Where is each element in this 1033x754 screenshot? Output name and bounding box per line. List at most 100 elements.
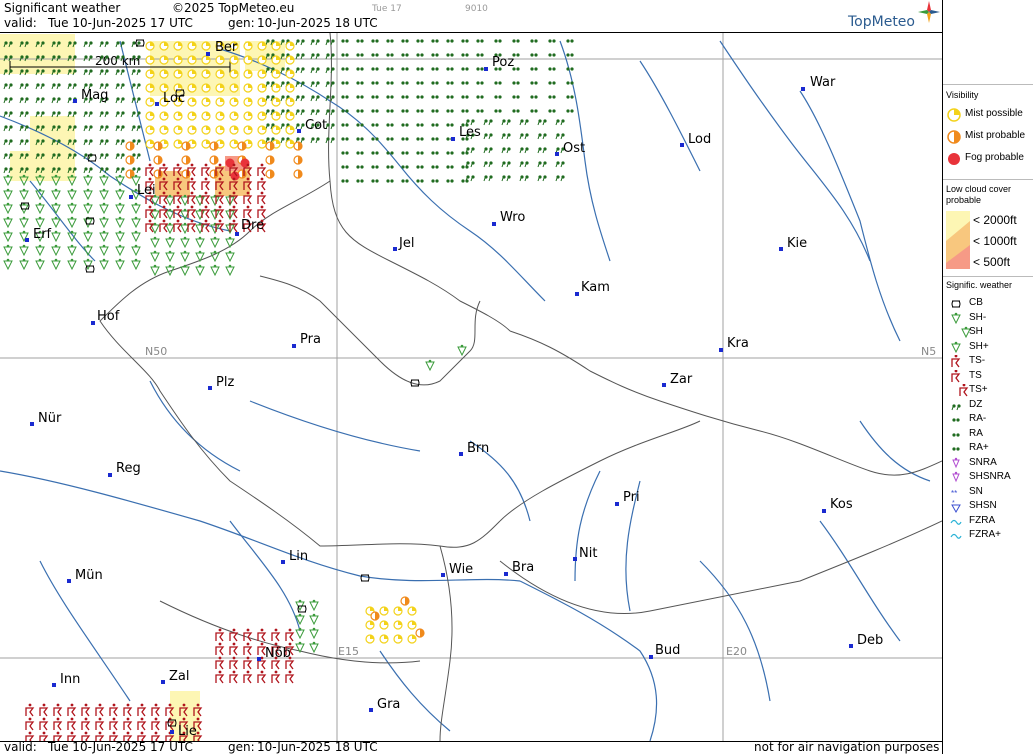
city-label: Pra <box>300 332 321 347</box>
city-poz: Poz <box>484 55 514 71</box>
footer-gen-time: 10-Jun-2025 18 UTC <box>257 740 378 754</box>
grid-label-e15: E15 <box>338 645 359 658</box>
footer-gen-label: gen: <box>228 740 255 754</box>
city-marker <box>30 422 34 426</box>
rain-light-icon <box>952 418 960 422</box>
city-zal: Zal <box>161 669 189 684</box>
grid-label-e20: E20 <box>726 645 747 658</box>
city-marker <box>680 143 684 147</box>
city-jel: Jel <box>393 236 414 251</box>
city-label: Brn <box>467 441 489 456</box>
city-war: War <box>801 75 836 91</box>
city-label: Les <box>459 125 481 140</box>
city-kie: Kie <box>779 236 807 251</box>
city-hof: Hof <box>91 309 120 325</box>
legend-sigwx-title: Signific. weather <box>946 280 1013 290</box>
city-marker <box>25 238 29 242</box>
city-label: Kos <box>830 497 853 512</box>
weather-symbols <box>3 39 574 741</box>
city-marker <box>208 386 212 390</box>
grid-labels: N50 N5 E15 E20 <box>145 345 936 658</box>
city-marker <box>161 680 165 684</box>
lowcloud-swatch <box>946 211 970 269</box>
city-inn: Inn <box>52 672 80 687</box>
cb-icon <box>951 300 961 308</box>
legend-lowcloud-title-1: Low cloud cover <box>946 184 1012 194</box>
city-marker <box>108 473 112 477</box>
compass-star-icon <box>918 1 940 23</box>
city-kam: Kam <box>575 280 610 296</box>
shower-light-icon <box>951 312 961 324</box>
city-label: Mün <box>75 568 103 583</box>
ghost-code: 9010 <box>465 4 488 14</box>
city-marker <box>451 137 455 141</box>
legend-lowcloud-title-2: probable <box>946 195 982 205</box>
rain-icon <box>952 432 960 437</box>
city-marker <box>573 557 577 561</box>
city-marker <box>393 247 397 251</box>
city-label: Nit <box>579 546 597 561</box>
page-title: Significant weather <box>4 1 121 15</box>
city-dre: Dre <box>235 218 264 236</box>
city-label: Nür <box>38 411 62 426</box>
city-kos: Kos <box>822 497 853 513</box>
city-nür: Nür <box>30 411 62 426</box>
city-bud: Bud <box>649 643 680 659</box>
city-marker <box>779 247 783 251</box>
thunderstorm-icon <box>951 369 961 382</box>
city-label: Kam <box>581 280 610 295</box>
city-label: Cot <box>305 118 327 133</box>
valid-label: valid: <box>4 16 37 30</box>
gen-label: gen: <box>228 16 255 30</box>
snow-icon: ** <box>951 489 957 498</box>
city-label: Wie <box>449 562 473 577</box>
city-zar: Zar <box>662 372 693 387</box>
city-pra: Pra <box>292 332 321 348</box>
city-plz: Plz <box>208 375 234 390</box>
city-marker <box>459 452 463 456</box>
snow-shower-icon: * <box>951 500 961 514</box>
city-marker <box>555 152 559 156</box>
city-brn: Brn <box>459 441 489 456</box>
city-label: Lin <box>289 549 308 564</box>
sleet-icon <box>952 457 960 468</box>
city-marker <box>822 509 826 513</box>
city-deb: Deb <box>849 633 883 648</box>
city-marker <box>649 655 653 659</box>
city-wro: Wro <box>492 210 525 226</box>
city-marker <box>67 579 71 583</box>
city-gra: Gra <box>369 697 400 712</box>
topmeteo-logo: TopMeteo <box>848 14 915 30</box>
city-label: Mag <box>81 88 108 103</box>
copyright: ©2025 TopMeteo.eu <box>172 1 295 15</box>
disclaimer: not for air navigation purposes <box>754 740 940 754</box>
city-label: Zar <box>670 372 693 387</box>
map-canvas: N50 N5 E15 E20 200 km BerPozWarMag LocCot… <box>0 33 942 741</box>
mist-probable-icon <box>947 130 961 144</box>
city-label: Dre <box>241 218 264 233</box>
city-label: Erf <box>33 227 52 242</box>
city-marker <box>575 292 579 296</box>
city-label: Hof <box>97 309 120 324</box>
city-label: Ber <box>215 40 238 55</box>
city-marker <box>801 87 805 91</box>
legend-visibility: Visibility Mist possible Mist probable F… <box>943 84 1033 180</box>
city-marker <box>849 644 853 648</box>
city-marker <box>369 708 373 712</box>
fog-probable-icon <box>948 153 960 165</box>
city-mün: Mün <box>67 568 103 583</box>
city-les: Les <box>451 125 481 141</box>
city-marker <box>206 52 210 56</box>
city-marker <box>170 730 174 734</box>
city-marker <box>662 383 666 387</box>
city-label: Ost <box>563 141 585 156</box>
grid-label-n50-right: N5 <box>921 345 936 358</box>
city-marker <box>155 102 159 106</box>
city-label: Reg <box>116 461 141 476</box>
weather-map[interactable]: N50 N5 E15 E20 200 km Ber Poz War Mag Loc Cot… <box>0 32 942 742</box>
footer-valid-label: valid: <box>4 740 37 754</box>
city-label: Lie <box>178 724 197 739</box>
city-marker <box>292 344 296 348</box>
footer-valid-time: Tue 10-Jun-2025 17 UTC <box>48 740 193 754</box>
svg-text:**: ** <box>951 489 957 498</box>
